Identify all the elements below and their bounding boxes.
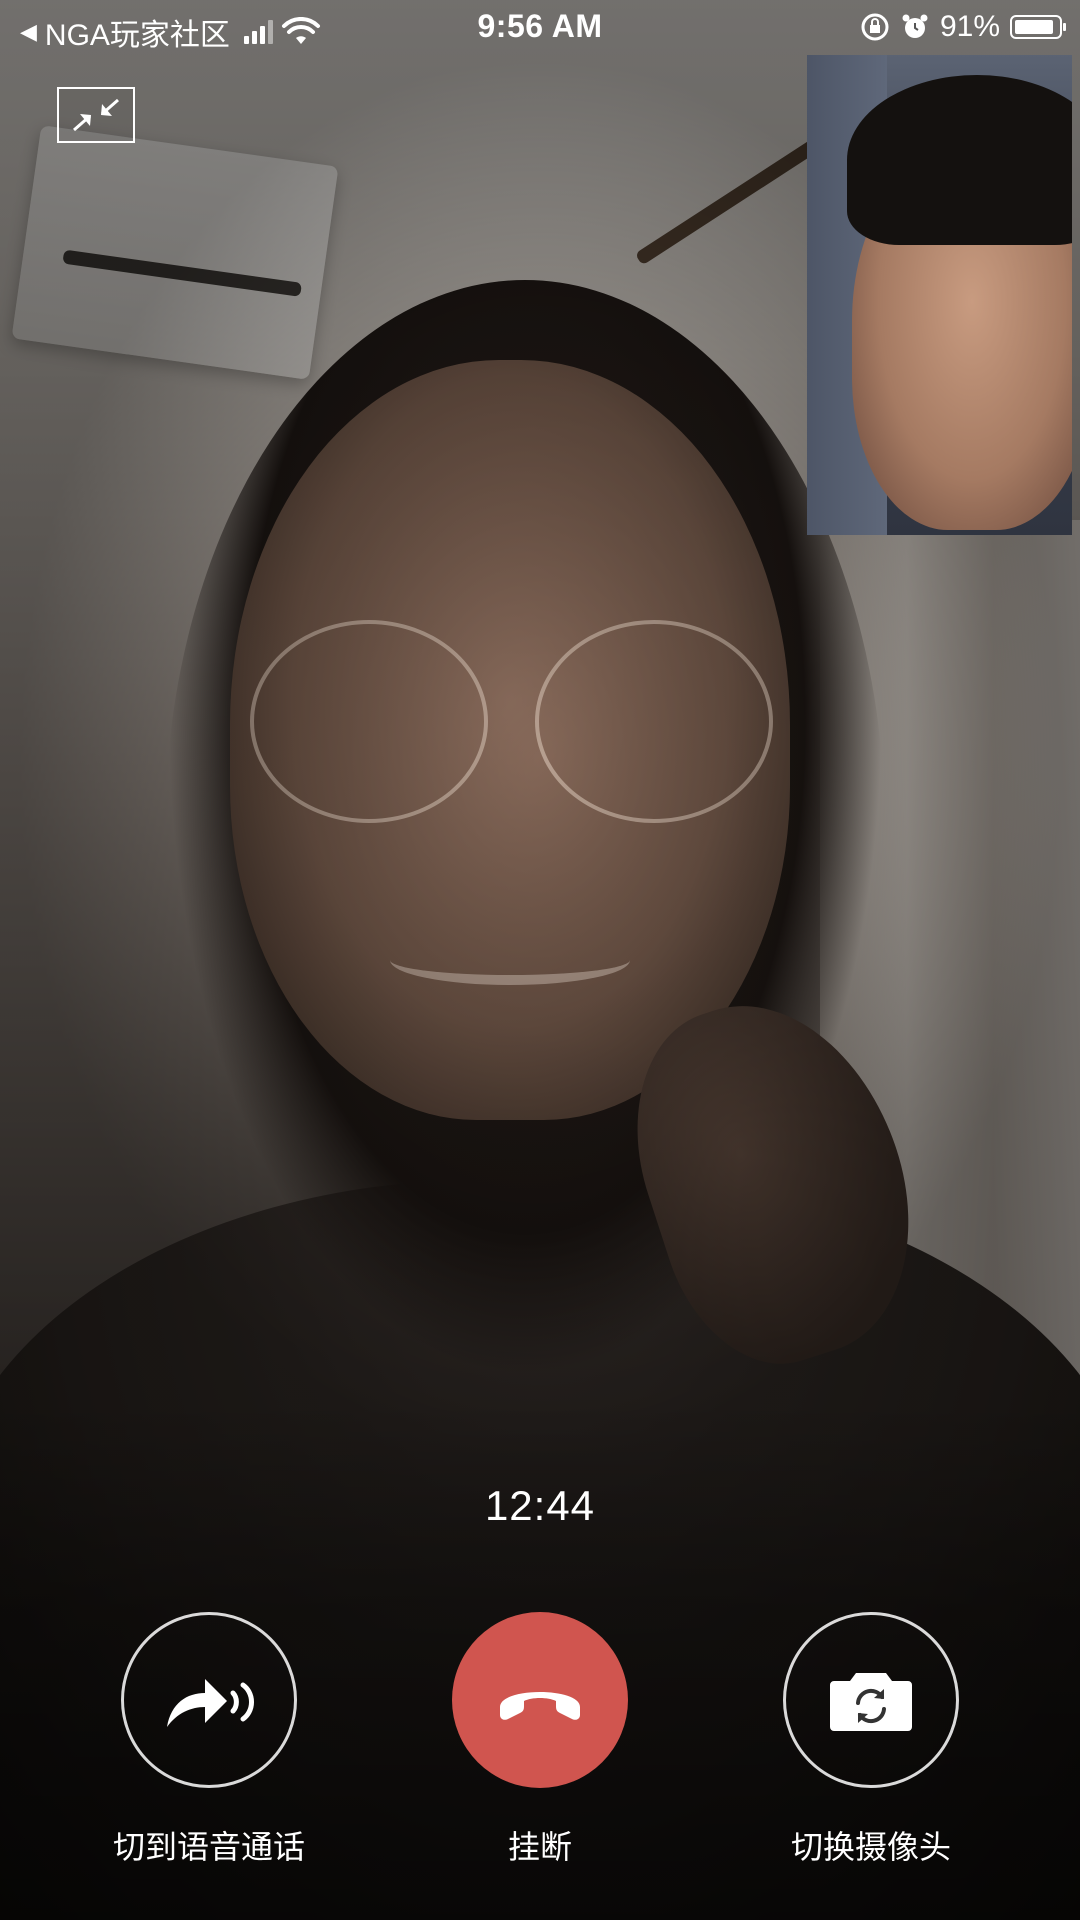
switch-camera-label: 切换摄像头 [790, 1829, 951, 1865]
voice-call-arrow-icon [167, 1679, 254, 1727]
camera-switch-icon [830, 1673, 912, 1731]
hangup-button[interactable] [452, 1612, 628, 1788]
battery-percent: 91% [939, 10, 1000, 43]
status-bar: ◀ NGA玩家社区 9:56 AM 91% [0, 0, 1080, 56]
switch-camera-button[interactable] [783, 1612, 959, 1788]
minimize-button[interactable] [57, 87, 135, 143]
switch-to-voice-label: 切到语音通话 [112, 1829, 305, 1865]
phone-hangup-icon [500, 1692, 580, 1720]
hangup-label: 挂断 [507, 1829, 572, 1865]
alarm-icon [902, 14, 928, 38]
switch-to-voice-button[interactable] [121, 1612, 297, 1788]
battery-icon [1010, 15, 1066, 39]
self-view-video[interactable] [807, 55, 1072, 535]
call-duration: 12:44 [484, 1482, 596, 1529]
minimize-arrows-icon [73, 98, 119, 132]
video-call-screen: ◀ NGA玩家社区 9:56 AM 91% 12:44 切到语音通话 挂断 切换… [0, 0, 1080, 1920]
rotation-lock-icon [861, 13, 889, 41]
